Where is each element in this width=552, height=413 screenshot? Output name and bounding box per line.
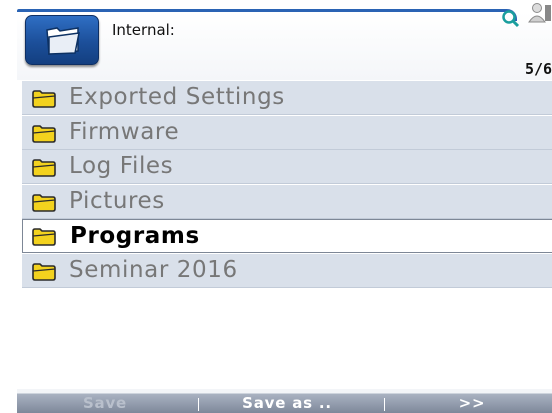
folder-row-exported-settings[interactable]: Exported Settings — [22, 81, 552, 115]
user-icon[interactable] — [527, 2, 552, 24]
storage-select-button[interactable] — [25, 15, 99, 65]
next-button[interactable]: >> — [427, 394, 517, 413]
folder-icon — [32, 263, 56, 281]
folder-label: Pictures — [69, 188, 165, 214]
accent-line — [17, 9, 507, 12]
folder-icon — [32, 159, 56, 177]
file-browser-window: Internal: 5/6 Exported Settings Firmware — [17, 0, 552, 413]
folder-label: Seminar 2016 — [69, 257, 238, 283]
folder-row-firmware[interactable]: Firmware — [22, 116, 552, 150]
folder-icon — [32, 228, 56, 246]
folder-icon — [32, 90, 56, 108]
save-as-button[interactable]: Save as .. — [217, 394, 357, 413]
folder-row-log-files[interactable]: Log Files — [22, 150, 552, 184]
folder-icon — [32, 194, 56, 212]
folder-row-seminar-2016[interactable]: Seminar 2016 — [22, 254, 552, 288]
toolbar-separator — [198, 398, 199, 411]
folder-list: Exported Settings Firmware Log Files Pic… — [22, 81, 552, 293]
storage-label: Internal: — [112, 21, 175, 39]
page-count: 5/6 — [525, 60, 552, 78]
save-button[interactable]: Save — [52, 394, 158, 413]
folder-label: Exported Settings — [69, 84, 285, 110]
bottom-toolbar: Save Save as .. >> — [17, 389, 552, 413]
folder-icon — [46, 27, 80, 55]
folder-row-programs[interactable]: Programs — [22, 219, 552, 253]
folder-icon — [32, 125, 56, 143]
folder-row-pictures[interactable]: Pictures — [22, 185, 552, 219]
folder-label: Log Files — [69, 153, 174, 179]
folder-label: Programs — [70, 223, 200, 249]
folder-label: Firmware — [69, 119, 180, 145]
toolbar-separator — [384, 398, 385, 411]
search-icon[interactable] — [501, 8, 521, 30]
